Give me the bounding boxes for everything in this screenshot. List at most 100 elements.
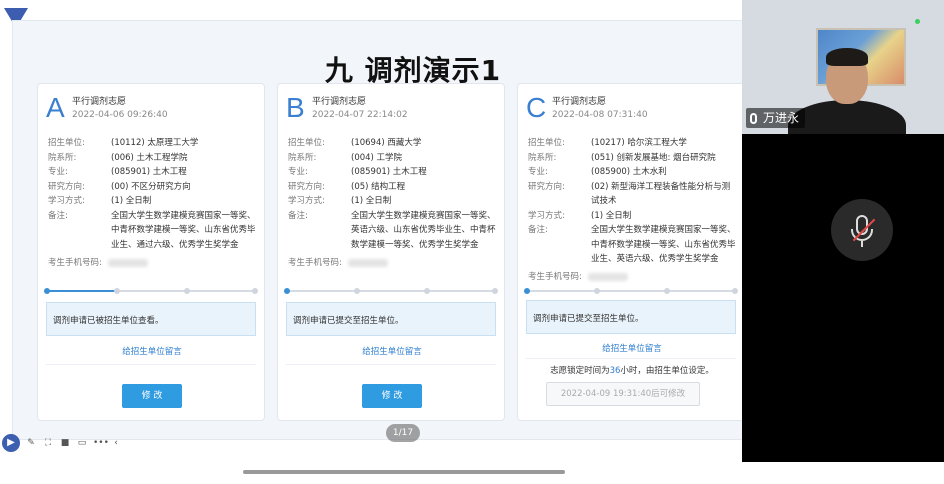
progress-step xyxy=(424,288,430,294)
card-fields: 招生单位: (10694) 西藏大学 院系所: (004) 工学院 专业: (0859… xyxy=(288,136,498,252)
participant-hair xyxy=(826,48,868,66)
note-label: 备注: xyxy=(288,210,308,221)
card-date: 2022-04-08 07:31:40 xyxy=(552,110,648,120)
arrow-icon[interactable]: ▶ xyxy=(2,434,20,452)
progress-track xyxy=(44,288,258,294)
home-indicator xyxy=(243,470,565,474)
card-letter: B xyxy=(286,92,305,123)
phone-value-blurred xyxy=(587,273,628,281)
progress-step xyxy=(44,288,50,294)
dept-label: 院系所: xyxy=(528,152,557,163)
pen-icon[interactable]: ✎ xyxy=(25,437,37,449)
card-type: 平行调剂志愿 xyxy=(552,97,607,107)
edit-button[interactable]: 修 改 xyxy=(362,384,422,408)
study-label: 学习方式: xyxy=(48,196,85,206)
progress-step xyxy=(664,288,670,294)
dept-value: (004) 工学院 xyxy=(351,152,403,163)
status-box: 调剂申请已提交至招生单位。 xyxy=(286,302,496,336)
application-card-c: C 平行调剂志愿 2022-04-08 07:31:40 招生单位: (10217… xyxy=(517,83,745,421)
card-fields: 招生单位: (10112) 太原理工大学 院系所: (006) 土木工程学院 专业:… xyxy=(48,136,258,252)
screen: 九 调剂演示1 A 平行调剂志愿 2022-04-06 09:26:40 招生单… xyxy=(0,0,944,484)
progress-step xyxy=(524,288,530,294)
dept-value: (006) 土木工程学院 xyxy=(111,152,188,163)
unit-value: (10694) 西藏大学 xyxy=(351,138,422,148)
mic-base xyxy=(861,241,863,247)
card-type: 平行调剂志愿 xyxy=(72,97,127,107)
direction-label: 研究方向: xyxy=(288,181,325,192)
card-letter: C xyxy=(526,92,547,123)
more-icon[interactable]: ••• xyxy=(93,437,109,449)
note-label: 备注: xyxy=(528,225,548,235)
message-unit-link[interactable]: 给招生单位留言 xyxy=(278,345,506,357)
phone-row: 考生手机号码: xyxy=(528,270,628,282)
video-panel: 万进永 xyxy=(742,0,944,462)
divider xyxy=(46,364,256,365)
divider xyxy=(286,364,496,365)
note-value: 全国大学生数学建模竞赛国家一等奖、中青杯数学建模一等奖、山东省优秀毕业生、通过六… xyxy=(111,210,256,250)
phone-value-blurred xyxy=(107,259,148,267)
participant-video[interactable]: 万进永 xyxy=(742,0,944,134)
note-label: 备注: xyxy=(48,210,68,221)
study-value: (1) 全日制 xyxy=(111,196,152,206)
major-value: (085901) 土木工程 xyxy=(111,167,187,177)
progress-step xyxy=(594,288,600,294)
message-unit-link[interactable]: 给招生单位留言 xyxy=(38,345,266,357)
locked-edit-button[interactable]: 2022-04-09 19:31:40后可修改 xyxy=(546,382,700,406)
card-date: 2022-04-06 09:26:40 xyxy=(72,110,168,120)
unit-label: 招生单位: xyxy=(528,138,565,148)
divider xyxy=(526,358,736,359)
dept-label: 院系所: xyxy=(288,152,317,163)
progress-fill xyxy=(46,290,116,292)
dept-label: 院系所: xyxy=(48,152,77,163)
participant-body xyxy=(788,100,906,134)
progress-step xyxy=(732,288,738,294)
progress-step xyxy=(184,288,190,294)
direction-value: (02) 新型海洋工程装备性能分析与测试技术 xyxy=(591,181,731,207)
lock-hours: 36 xyxy=(609,366,621,376)
major-label: 专业: xyxy=(288,167,308,177)
lock-note: 志愿锁定时间为36小时，由招生单位设定。 xyxy=(518,364,746,376)
unit-value: (10217) 哈尔滨工程大学 xyxy=(591,138,687,148)
unit-label: 招生单位: xyxy=(288,138,325,148)
progress-step xyxy=(284,288,290,294)
progress-track xyxy=(284,288,498,294)
chevron-left-icon[interactable]: ‹ xyxy=(110,437,122,449)
note-value: 全国大学生数学建模竞赛国家一等奖、中青杯数学建模一等奖、山东省优秀毕业生、英语六… xyxy=(591,225,736,264)
card-fields: 招生单位: (10217) 哈尔滨工程大学 院系所: (051) 创新发展基地: 烟… xyxy=(528,136,738,267)
phone-row: 考生手机号码: xyxy=(48,256,148,268)
study-value: (1) 全日制 xyxy=(591,210,632,221)
direction-label: 研究方向: xyxy=(528,181,565,192)
direction-label: 研究方向: xyxy=(48,181,85,192)
status-dot xyxy=(915,19,920,24)
status-box: 调剂申请已提交至招生单位。 xyxy=(526,300,736,334)
lock-prefix: 志愿锁定时间为 xyxy=(550,366,610,376)
progress-track xyxy=(524,288,738,294)
camera-icon[interactable]: ■ xyxy=(59,437,71,449)
major-value: (085901) 土木工程 xyxy=(351,167,427,177)
progress-step xyxy=(492,288,498,294)
major-label: 专业: xyxy=(528,167,548,177)
card-type: 平行调剂志愿 xyxy=(312,97,367,107)
phone-value-blurred xyxy=(347,259,388,267)
mic-icon xyxy=(750,112,757,124)
major-label: 专业: xyxy=(48,167,68,177)
phone-row: 考生手机号码: xyxy=(288,256,388,268)
study-label: 学习方式: xyxy=(528,210,565,221)
screenshot-icon[interactable]: ⛶ xyxy=(42,437,54,449)
dept-value: (051) 创新发展基地: 烟台研究院 xyxy=(591,152,716,163)
annotation-toolbar: ▶ ✎ ⛶ ■ ▭ ••• ‹ xyxy=(0,432,140,454)
page-indicator: 1/17 xyxy=(386,424,420,442)
mute-button[interactable] xyxy=(831,199,893,261)
card-date: 2022-04-07 22:14:02 xyxy=(312,110,408,120)
status-box: 调剂申请已被招生单位查看。 xyxy=(46,302,256,336)
study-value: (1) 全日制 xyxy=(351,196,392,206)
participant-name: 万进永 xyxy=(763,111,800,125)
progress-step xyxy=(114,288,120,294)
study-label: 学习方式: xyxy=(288,196,325,206)
unit-label: 招生单位: xyxy=(48,138,85,148)
note-value: 全国大学生数学建模竞赛国家一等奖、英语六级、山东省优秀毕业生、中青杯数学建模一等… xyxy=(351,210,496,250)
message-unit-link[interactable]: 给招生单位留言 xyxy=(518,342,746,354)
chat-icon[interactable]: ▭ xyxy=(76,437,88,449)
edit-button[interactable]: 修 改 xyxy=(122,384,182,408)
card-letter: A xyxy=(46,92,65,123)
